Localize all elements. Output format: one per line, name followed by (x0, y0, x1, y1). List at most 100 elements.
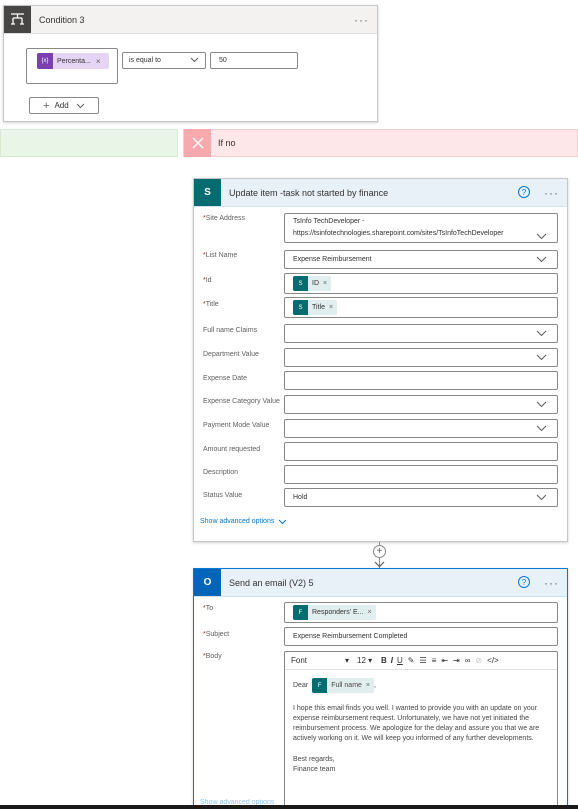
insert-step-icon[interactable]: + (373, 545, 386, 558)
chevron-down-icon (536, 330, 547, 337)
sharepoint-icon: S (293, 300, 308, 315)
status-value: Hold (293, 494, 308, 501)
add-label: Add (54, 101, 69, 110)
site-address-line2: https://tsinfotechnologies.sharepoint.co… (293, 230, 504, 237)
body-label: *Body (203, 653, 222, 660)
amount-requested-input[interactable] (284, 442, 558, 461)
chevron-down-icon (536, 425, 547, 432)
bold-button[interactable]: B (381, 656, 387, 665)
if-yes-branch-bar[interactable] (0, 129, 178, 157)
id-token-label: ID (312, 280, 319, 287)
if-no-label: If no (218, 138, 236, 148)
if-no-branch-bar[interactable]: If no (183, 129, 578, 157)
more-options-icon[interactable]: ··· (544, 186, 559, 200)
remove-token-icon[interactable]: × (96, 57, 101, 66)
title-label: *Title (203, 301, 219, 308)
expense-category-dropdown[interactable] (284, 395, 558, 414)
forms-icon: F (312, 678, 328, 693)
list-name-dropdown[interactable]: Expense Reimbursement (284, 250, 558, 269)
unlink-icon[interactable]: ⊘ (475, 656, 482, 665)
dear-text: Dear (293, 681, 309, 689)
condition-icon (4, 6, 31, 33)
show-advanced-options-label: Show advanced options (200, 518, 275, 525)
site-address-label: *Site Address (203, 215, 246, 222)
condition-value-input[interactable]: 50 (210, 52, 298, 69)
more-options-icon[interactable]: ··· (544, 576, 559, 590)
description-label: Description (203, 469, 239, 476)
list-name-label: *List Name (203, 252, 238, 259)
id-token[interactable]: S ID × (293, 276, 332, 291)
more-options-icon[interactable]: ··· (354, 13, 369, 27)
italic-button[interactable]: I (391, 656, 393, 665)
to-label: *To (203, 605, 214, 612)
show-advanced-options-link[interactable]: Show advanced options (200, 518, 287, 525)
send-email-header[interactable]: O Send an email (V2) 5 ? ··· (194, 569, 567, 597)
underline-button[interactable]: U (397, 656, 403, 665)
payment-mode-dropdown[interactable] (284, 419, 558, 438)
chevron-down-icon (536, 256, 547, 263)
responders-email-token[interactable]: F Responders' E... × (293, 605, 376, 620)
payment-mode-label: Payment Mode Value (203, 422, 270, 429)
description-input[interactable] (284, 465, 558, 484)
chevron-down-icon (536, 494, 547, 501)
chevron-down-icon (190, 57, 199, 63)
expense-date-input[interactable] (284, 371, 558, 390)
to-field[interactable]: F Responders' E... × (284, 602, 558, 623)
greeting-line: Dear F Full name × , (293, 678, 549, 693)
update-item-header[interactable]: S Update item -task not started by finan… (194, 179, 567, 207)
full-name-claims-dropdown[interactable] (284, 324, 558, 343)
chevron-down-icon (536, 401, 547, 408)
title-token[interactable]: S Title × (293, 300, 338, 315)
department-value-dropdown[interactable] (284, 348, 558, 367)
font-dropdown[interactable]: Font ▾ (291, 656, 353, 665)
id-field[interactable]: S ID × (284, 273, 558, 294)
chevron-down-icon (536, 354, 547, 361)
close-icon (184, 129, 211, 157)
condition-header[interactable]: Condition 3 ··· (4, 6, 377, 34)
condition-left-operand[interactable]: {x} Percenta... × (26, 48, 118, 84)
condition-card: Condition 3 ··· {x} Percenta... × is equ… (3, 5, 378, 122)
link-icon[interactable]: ∞ (465, 656, 471, 665)
remove-token-icon[interactable]: × (368, 609, 372, 616)
decrease-indent-icon[interactable]: ⇤ (441, 656, 448, 665)
add-button[interactable]: + Add (29, 97, 99, 114)
greeting-comma: , (374, 681, 376, 689)
variable-token[interactable]: {x} Percenta... × (37, 53, 109, 69)
subject-value: Expense Reimbursement Completed (293, 633, 408, 640)
email-body-text: Dear F Full name × , I hope this email f… (293, 678, 549, 775)
update-item-title: Update item -task not started by finance (229, 187, 389, 198)
help-icon[interactable]: ? (518, 576, 530, 588)
operator-dropdown[interactable]: is equal to (122, 52, 206, 69)
send-email-card: O Send an email (V2) 5 ? ··· *To F Respo… (193, 568, 568, 809)
site-address-line1: TsInfo TechDeveloper - (293, 218, 365, 225)
sharepoint-icon: S (194, 179, 221, 206)
team-line: Finance team (293, 766, 336, 773)
site-address-dropdown[interactable]: TsInfo TechDeveloper - https://tsinfotec… (284, 213, 558, 243)
amount-requested-label: Amount requested (203, 446, 261, 453)
title-token-label: Title (312, 304, 325, 311)
condition-title: Condition 3 (39, 14, 85, 25)
full-name-claims-label: Full name Claims (203, 327, 258, 334)
status-value-dropdown[interactable]: Hold (284, 488, 558, 507)
full-name-token-label: Full name (331, 681, 362, 689)
chevron-down-icon (76, 103, 85, 109)
email-paragraph: I hope this email finds you well. I want… (293, 705, 540, 742)
full-name-token[interactable]: F Full name × (312, 678, 375, 693)
subject-input[interactable]: Expense Reimbursement Completed (284, 627, 558, 646)
increase-indent-icon[interactable]: ⇥ (453, 656, 460, 665)
body-editor[interactable]: Font ▾ 12 ▾ B I U ✎ ☰ ≡ ⇤ ⇥ ∞ ⊘ </> Dear … (284, 651, 558, 809)
remove-token-icon[interactable]: × (323, 280, 327, 287)
expense-date-label: Expense Date (203, 375, 247, 382)
variable-token-label: Percenta... (57, 57, 91, 65)
font-size-dropdown[interactable]: 12 ▾ (357, 656, 377, 665)
highlight-icon[interactable]: ✎ (408, 656, 415, 665)
remove-token-icon[interactable]: × (329, 304, 333, 311)
code-view-icon[interactable]: </> (487, 656, 499, 665)
responders-email-label: Responders' E... (312, 609, 364, 616)
id-label: *Id (203, 277, 212, 284)
help-icon[interactable]: ? (518, 186, 530, 198)
remove-token-icon[interactable]: × (366, 681, 370, 691)
bulleted-list-icon[interactable]: ☰ (420, 656, 427, 665)
title-field[interactable]: S Title × (284, 297, 558, 318)
numbered-list-icon[interactable]: ≡ (432, 656, 437, 665)
